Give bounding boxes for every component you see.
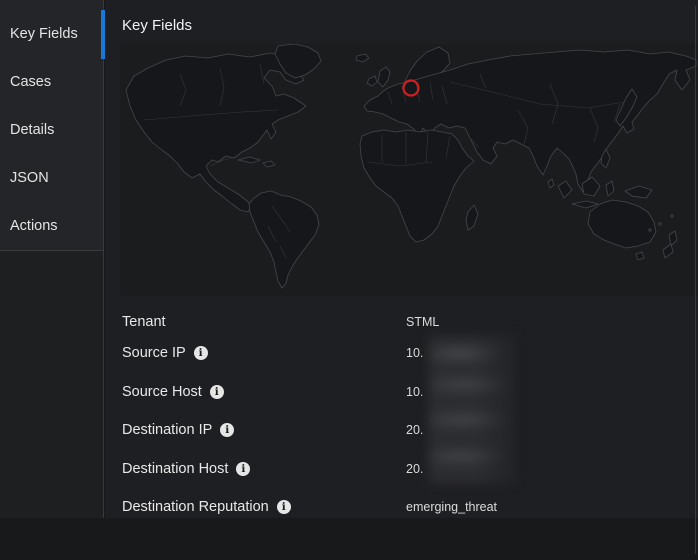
field-label: Destination IP	[122, 422, 234, 438]
field-label-text: Destination IP	[122, 422, 212, 438]
field-value: 10.	[406, 346, 423, 360]
world-map	[120, 44, 698, 296]
field-value: 20.	[406, 462, 423, 476]
sidebar-item-label: Actions	[10, 218, 58, 234]
geo-map	[120, 44, 698, 296]
sidebar-item-json[interactable]: JSON	[0, 154, 103, 202]
info-icon[interactable]	[194, 346, 208, 360]
info-icon[interactable]	[277, 500, 291, 514]
field-row-destination-reputation: Destination Reputation emerging_threat	[105, 496, 698, 518]
field-label: Source IP	[122, 345, 208, 361]
event-detail-flyout: Key Fields Cases Details JSON Actions Ke…	[0, 0, 698, 560]
field-label-text: Source IP	[122, 345, 186, 361]
sidebar-item-actions[interactable]: Actions	[0, 202, 103, 250]
info-icon[interactable]	[236, 462, 250, 476]
sidebar-item-details[interactable]: Details	[0, 106, 103, 154]
sidebar-item-key-fields[interactable]: Key Fields	[0, 10, 103, 58]
field-value: STML	[406, 315, 439, 329]
field-row-destination-host: Destination Host 20.	[105, 458, 698, 480]
panel-right-border	[695, 6, 696, 554]
field-row-source-host: Source Host 10.	[105, 381, 698, 403]
field-label: Destination Reputation	[122, 499, 291, 515]
sidebar-item-label: Cases	[10, 74, 51, 90]
field-label: Source Host	[122, 384, 224, 400]
field-label: Destination Host	[122, 461, 250, 477]
sidebar-item-label: JSON	[10, 170, 49, 186]
info-icon[interactable]	[210, 385, 224, 399]
sidebar-item-label: Details	[10, 122, 54, 138]
field-row-source-ip: Source IP 10.	[105, 342, 698, 364]
field-label-text: Tenant	[122, 314, 166, 330]
field-label-text: Source Host	[122, 384, 202, 400]
panel-title: Key Fields	[122, 17, 192, 34]
active-tab-indicator	[101, 10, 105, 59]
field-label-text: Destination Reputation	[122, 499, 269, 515]
sidebar-item-cases[interactable]: Cases	[0, 58, 103, 106]
field-value: emerging_threat	[406, 500, 497, 514]
field-row-destination-ip: Destination IP 20.	[105, 419, 698, 441]
redacted-values-blur	[429, 336, 515, 483]
sidebar-tabs: Key Fields Cases Details JSON Actions	[0, 0, 104, 518]
key-fields-panel: Key Fields	[105, 0, 698, 518]
field-row-tenant: Tenant STML	[105, 311, 698, 333]
field-value: 20.	[406, 423, 423, 437]
field-value: 10.	[406, 385, 423, 399]
panel-bottom-area	[0, 518, 698, 560]
field-label-text: Destination Host	[122, 461, 228, 477]
info-icon[interactable]	[220, 423, 234, 437]
sidebar-item-label: Key Fields	[10, 26, 78, 42]
field-label: Tenant	[122, 314, 166, 330]
sidebar-nav: Key Fields Cases Details JSON Actions	[0, 0, 103, 251]
